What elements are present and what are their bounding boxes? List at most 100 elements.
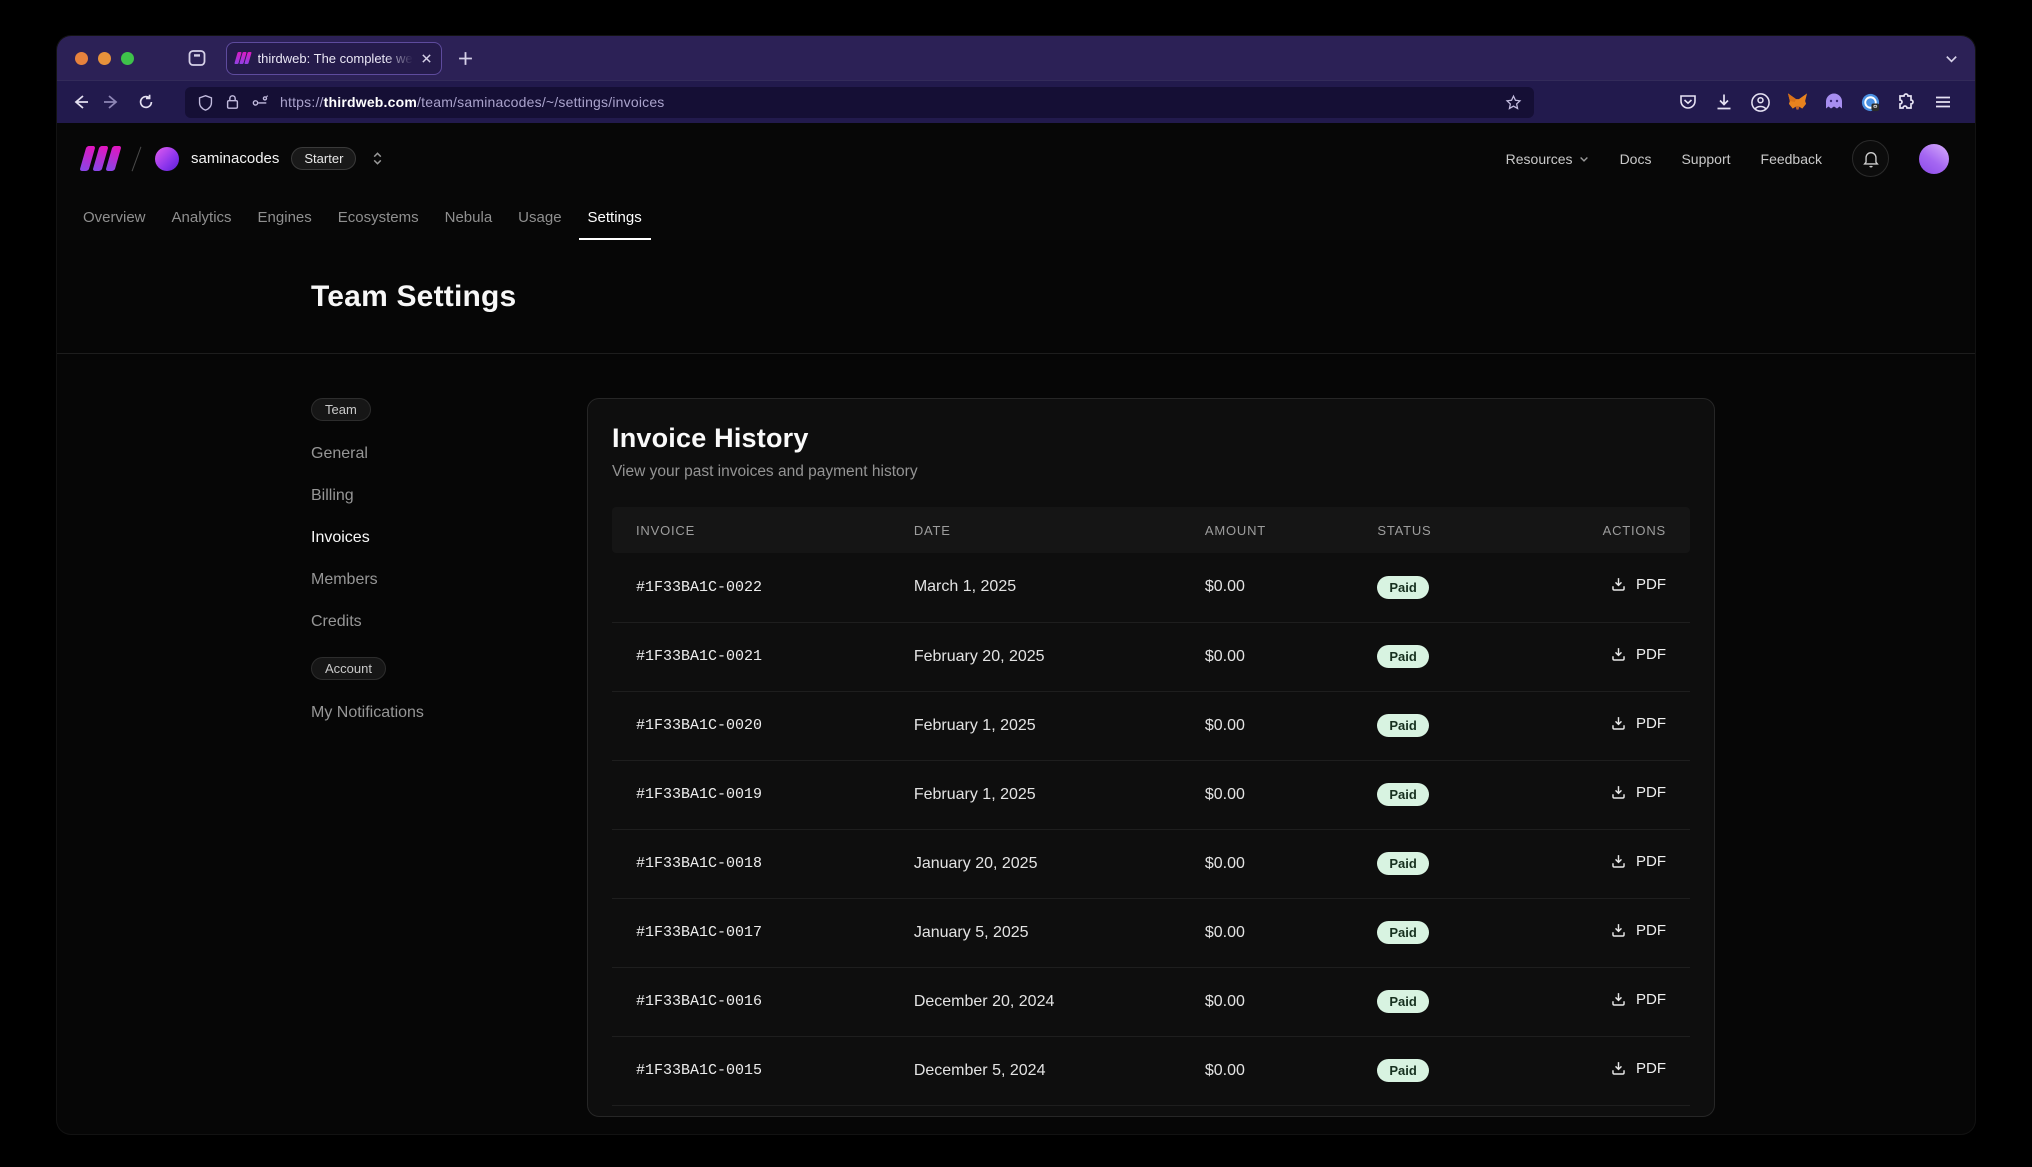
- connection-lock-icon[interactable]: [225, 94, 240, 110]
- notifications-bell-button[interactable]: [1852, 140, 1889, 177]
- status-badge: Paid: [1377, 783, 1428, 806]
- sidebar-item-invoices[interactable]: Invoices: [311, 517, 587, 559]
- list-all-tabs-icon[interactable]: [1944, 51, 1959, 66]
- back-icon[interactable]: [71, 92, 91, 112]
- browser-tab-strip: thirdweb: The complete web3 d: [57, 36, 1975, 80]
- tab-usage[interactable]: Usage: [505, 194, 574, 240]
- permissions-icon[interactable]: [251, 94, 269, 110]
- invoice-amount: $0.00: [1205, 760, 1377, 829]
- sidebar-item-credits[interactable]: Credits: [311, 601, 587, 643]
- maximize-window-button[interactable]: [121, 52, 134, 65]
- phantom-extension-icon[interactable]: [1824, 92, 1844, 112]
- extensions-puzzle-icon[interactable]: [1897, 92, 1917, 112]
- header-link-support[interactable]: Support: [1681, 151, 1730, 167]
- invoice-date: March 1, 2025: [914, 553, 1205, 622]
- invoice-number: #1F33BA1C-0021: [612, 622, 914, 691]
- invoice-status-cell: Paid: [1377, 1036, 1560, 1105]
- settings-sidebar: TeamGeneralBillingInvoicesMembersCredits…: [311, 398, 587, 1117]
- download-pdf-button[interactable]: PDF: [1610, 1060, 1666, 1077]
- sidebar-item-my-notifications[interactable]: My Notifications: [311, 692, 587, 734]
- sidebar-item-billing[interactable]: Billing: [311, 475, 587, 517]
- account-icon[interactable]: [1750, 92, 1771, 113]
- invoice-status-cell: Paid: [1377, 829, 1560, 898]
- card-subtitle: View your past invoices and payment hist…: [612, 463, 1690, 481]
- tab-settings[interactable]: Settings: [575, 194, 655, 240]
- download-icon: [1610, 853, 1627, 870]
- sidebar-item-general[interactable]: General: [311, 433, 587, 475]
- bookmark-star-icon[interactable]: [1505, 94, 1522, 111]
- downloads-icon[interactable]: [1714, 92, 1734, 112]
- site-header: saminacodes Starter ResourcesDocsSupport…: [57, 123, 1975, 194]
- metamask-extension-icon[interactable]: [1787, 92, 1808, 112]
- tab-engines[interactable]: Engines: [245, 194, 325, 240]
- close-window-button[interactable]: [75, 52, 88, 65]
- tracking-protection-shield-icon[interactable]: [197, 94, 214, 111]
- menu-hamburger-icon[interactable]: [1933, 92, 1953, 112]
- download-pdf-button[interactable]: PDF: [1610, 784, 1666, 801]
- invoice-table: InvoiceDateAmountStatusActions #1F33BA1C…: [612, 507, 1690, 1106]
- browser-tab[interactable]: thirdweb: The complete web3 d: [226, 42, 442, 75]
- page-title-band: Team Settings: [57, 240, 1975, 354]
- tab-close-icon[interactable]: [421, 53, 432, 64]
- invoice-number: #1F33BA1C-0022: [612, 553, 914, 622]
- tab-nebula[interactable]: Nebula: [432, 194, 506, 240]
- invoice-amount: $0.00: [1205, 622, 1377, 691]
- invoice-amount: $0.00: [1205, 553, 1377, 622]
- team-name[interactable]: saminacodes: [191, 150, 279, 167]
- column-header-status: Status: [1377, 507, 1560, 553]
- tab-overview[interactable]: Overview: [70, 194, 159, 240]
- status-badge: Paid: [1377, 714, 1428, 737]
- column-header-date: Date: [914, 507, 1205, 553]
- header-link-docs[interactable]: Docs: [1620, 151, 1652, 167]
- pdf-label: PDF: [1636, 1060, 1666, 1077]
- reload-icon[interactable]: [137, 93, 155, 111]
- table-row: #1F33BA1C-0018January 20, 2025$0.00Paid …: [612, 829, 1690, 898]
- breadcrumb-separator: [132, 146, 142, 171]
- invoice-number: #1F33BA1C-0020: [612, 691, 914, 760]
- privacy-extension-icon[interactable]: [1860, 92, 1881, 113]
- status-badge: Paid: [1377, 1059, 1428, 1082]
- tab-analytics[interactable]: Analytics: [159, 194, 245, 240]
- invoice-date: February 1, 2025: [914, 760, 1205, 829]
- header-link-resources[interactable]: Resources: [1506, 151, 1590, 167]
- bell-icon: [1862, 150, 1880, 168]
- download-pdf-button[interactable]: PDF: [1610, 853, 1666, 870]
- team-switcher-icon[interactable]: [370, 151, 385, 166]
- invoice-number: #1F33BA1C-0015: [612, 1036, 914, 1105]
- header-link-feedback[interactable]: Feedback: [1761, 151, 1822, 167]
- forward-icon[interactable]: [101, 92, 121, 112]
- table-row: #1F33BA1C-0021February 20, 2025$0.00Paid…: [612, 622, 1690, 691]
- download-pdf-button[interactable]: PDF: [1610, 922, 1666, 939]
- firefox-view-icon[interactable]: [186, 47, 208, 69]
- url-bar[interactable]: https://thirdweb.com/team/saminacodes/~/…: [185, 87, 1534, 118]
- chevron-down-icon: [1578, 153, 1590, 165]
- minimize-window-button[interactable]: [98, 52, 111, 65]
- browser-toolbar: https://thirdweb.com/team/saminacodes/~/…: [57, 80, 1975, 123]
- card-title: Invoice History: [612, 423, 1690, 454]
- toolbar-extensions: [1678, 92, 1961, 113]
- column-header-amount: Amount: [1205, 507, 1377, 553]
- download-pdf-button[interactable]: PDF: [1610, 991, 1666, 1008]
- user-avatar[interactable]: [1919, 144, 1949, 174]
- sidebar-item-members[interactable]: Members: [311, 559, 587, 601]
- download-pdf-button[interactable]: PDF: [1610, 646, 1666, 663]
- pdf-label: PDF: [1636, 784, 1666, 801]
- download-pdf-button[interactable]: PDF: [1610, 715, 1666, 732]
- invoice-status-cell: Paid: [1377, 898, 1560, 967]
- invoice-date: January 20, 2025: [914, 829, 1205, 898]
- pdf-label: PDF: [1636, 576, 1666, 593]
- settings-content: TeamGeneralBillingInvoicesMembersCredits…: [57, 354, 1975, 1117]
- tab-favicon-thirdweb-icon: [236, 52, 250, 64]
- pocket-icon[interactable]: [1678, 92, 1698, 112]
- thirdweb-logo-icon[interactable]: [83, 146, 118, 171]
- invoice-date: February 1, 2025: [914, 691, 1205, 760]
- window-controls: [75, 52, 134, 65]
- team-avatar[interactable]: [155, 147, 179, 171]
- url-text[interactable]: https://thirdweb.com/team/saminacodes/~/…: [280, 94, 665, 110]
- column-header-invoice: Invoice: [612, 507, 914, 553]
- tab-ecosystems[interactable]: Ecosystems: [325, 194, 432, 240]
- download-icon: [1610, 991, 1627, 1008]
- new-tab-button[interactable]: [458, 51, 473, 66]
- download-pdf-button[interactable]: PDF: [1610, 576, 1666, 593]
- status-badge: Paid: [1377, 852, 1428, 875]
